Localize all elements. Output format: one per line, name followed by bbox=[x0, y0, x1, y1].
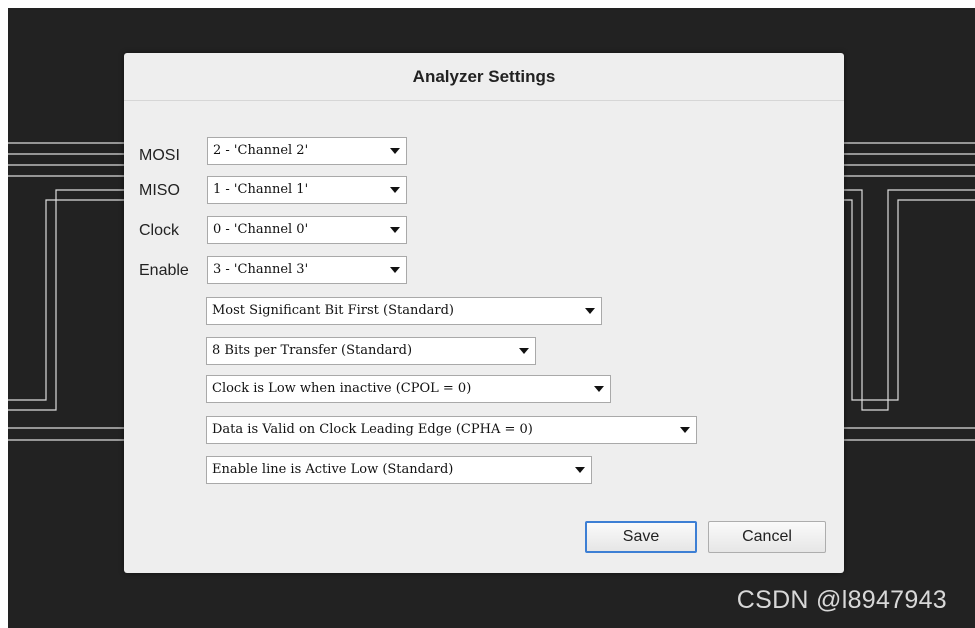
chevron-down-icon bbox=[594, 386, 604, 392]
waveform-trace-pulse-right-outer bbox=[844, 189, 975, 411]
chevron-down-icon bbox=[519, 348, 529, 354]
chevron-down-icon bbox=[575, 467, 585, 473]
mosi-channel-select[interactable]: 2 - 'Channel 2' bbox=[207, 137, 407, 165]
chevron-down-icon bbox=[390, 267, 400, 273]
watermark: CSDN @l8947943 bbox=[736, 586, 947, 614]
save-button[interactable]: Save bbox=[585, 521, 697, 553]
waveform-trace-pulse-left-outer bbox=[8, 189, 124, 411]
clock-phase-select[interactable]: Data is Valid on Clock Leading Edge (CPH… bbox=[206, 416, 697, 444]
bits-per-transfer-value: 8 Bits per Transfer (Standard) bbox=[212, 343, 413, 358]
waveform-trace-pulse-left-inner bbox=[8, 199, 124, 401]
cancel-button[interactable]: Cancel bbox=[708, 521, 826, 553]
enable-label: Enable bbox=[139, 262, 189, 279]
clock-channel-value: 0 - 'Channel 0' bbox=[213, 222, 309, 237]
clock-polarity-select[interactable]: Clock is Low when inactive (CPOL = 0) bbox=[206, 375, 611, 403]
mosi-label: MOSI bbox=[139, 147, 180, 164]
chevron-down-icon bbox=[390, 227, 400, 233]
miso-label: MISO bbox=[139, 182, 180, 199]
bit-order-select[interactable]: Most Significant Bit First (Standard) bbox=[206, 297, 602, 325]
clock-label: Clock bbox=[139, 222, 180, 239]
clock-polarity-value: Clock is Low when inactive (CPOL = 0) bbox=[212, 381, 472, 396]
enable-channel-value: 3 - 'Channel 3' bbox=[213, 262, 309, 277]
clock-phase-value: Data is Valid on Clock Leading Edge (CPH… bbox=[212, 422, 533, 437]
miso-channel-select[interactable]: 1 - 'Channel 1' bbox=[207, 176, 407, 204]
analyzer-settings-dialog: Analyzer Settings MOSI 2 - 'Channel 2' M… bbox=[124, 53, 844, 573]
chevron-down-icon bbox=[390, 148, 400, 154]
dialog-title: Analyzer Settings bbox=[124, 53, 844, 101]
chevron-down-icon bbox=[585, 308, 595, 314]
screenshot-canvas: Analyzer Settings MOSI 2 - 'Channel 2' M… bbox=[0, 0, 975, 628]
miso-channel-value: 1 - 'Channel 1' bbox=[213, 182, 309, 197]
enable-channel-select[interactable]: 3 - 'Channel 3' bbox=[207, 256, 407, 284]
chevron-down-icon bbox=[680, 427, 690, 433]
chevron-down-icon bbox=[390, 187, 400, 193]
mosi-channel-value: 2 - 'Channel 2' bbox=[213, 143, 309, 158]
enable-polarity-value: Enable line is Active Low (Standard) bbox=[212, 462, 454, 477]
enable-polarity-select[interactable]: Enable line is Active Low (Standard) bbox=[206, 456, 592, 484]
bit-order-value: Most Significant Bit First (Standard) bbox=[212, 303, 455, 318]
clock-channel-select[interactable]: 0 - 'Channel 0' bbox=[207, 216, 407, 244]
bits-per-transfer-select[interactable]: 8 Bits per Transfer (Standard) bbox=[206, 337, 536, 365]
waveform-trace-pulse-right-inner bbox=[844, 199, 975, 401]
